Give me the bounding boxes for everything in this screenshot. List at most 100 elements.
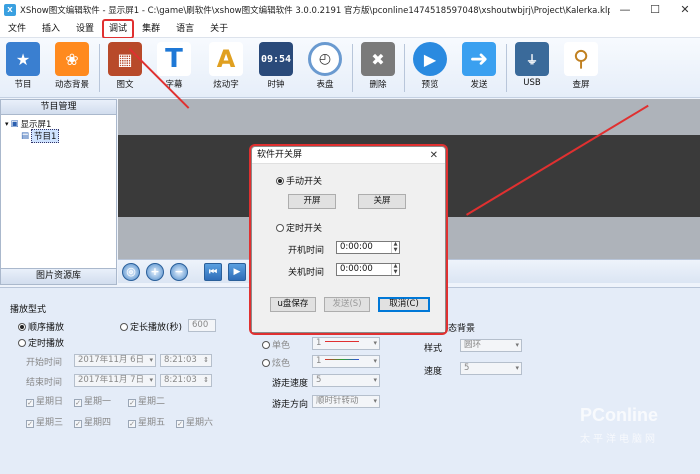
spin-arrows-icon[interactable]: ▲ ▼ xyxy=(391,263,399,275)
dynamic-background-label: 动态背景 xyxy=(54,80,89,90)
weekday-thursday[interactable]: ✓ 星期四 xyxy=(74,415,111,428)
power-on-time-input[interactable]: 0:00:00 ▲ ▼ xyxy=(336,241,400,254)
picture-icon: ▦ xyxy=(108,42,142,76)
weekday-monday[interactable]: ✓ 星期一 xyxy=(74,394,111,407)
power-off-time-value: 0:00:00 xyxy=(340,264,373,274)
minimize-button[interactable]: — xyxy=(610,0,640,20)
usb-button[interactable]: ⏚ USB xyxy=(509,40,555,96)
screen-switch-dialog: 软件开关屏 ✕ 手动开关 开屏 关屏 定时开关 开机时间 0:00:00 ▲ ▼ 关… xyxy=(251,146,446,333)
rate-select[interactable]: 5 ▾ xyxy=(460,362,522,375)
open-screen-button[interactable]: 开屏 xyxy=(288,194,336,209)
usb-icon: ⏚ xyxy=(515,42,549,76)
clock-button[interactable]: 09:54 时钟 xyxy=(253,40,299,96)
radio-indicator xyxy=(18,323,26,331)
walk-speed-select[interactable]: 5 ▾ xyxy=(312,374,380,387)
zoom-in-icon[interactable]: + xyxy=(146,263,164,281)
usb-save-button[interactable]: u盘保存 xyxy=(270,297,316,312)
menu-debug[interactable]: 调试 xyxy=(102,18,135,39)
power-on-time-label: 开机时间 xyxy=(288,246,325,256)
dropdown-arrow-icon: ▾ xyxy=(373,357,377,365)
image-text-button[interactable]: ▦ 图文 xyxy=(102,40,148,96)
end-date-input[interactable]: 2017年11月 7日 ▾ xyxy=(74,374,156,387)
checkbox-icon: ✓ xyxy=(26,420,34,428)
sequential-radio[interactable]: 顺序播放 xyxy=(18,320,64,333)
dynamic-background-button[interactable]: ❀ 动态背景 xyxy=(49,40,95,96)
timed-switch-radio[interactable]: 定时开关 xyxy=(276,221,322,234)
start-date-value: 2017年11月 6日 xyxy=(78,355,145,365)
weekday-saturday[interactable]: ✓ 星期六 xyxy=(176,415,213,428)
end-time-input[interactable]: 8:21:03 ⇕ xyxy=(160,374,212,387)
tree-item-program[interactable]: ▤ 节目1 xyxy=(5,129,112,143)
border-single-select[interactable]: 1 ▾ xyxy=(312,337,380,350)
program-button[interactable]: ★ 节目 xyxy=(0,40,46,96)
walk-direction-select[interactable]: 顺时针转动 ▾ xyxy=(312,395,380,408)
send-arrow-icon: ➜ xyxy=(462,42,496,76)
timed-play-label: 定时播放 xyxy=(28,339,65,349)
next-frame-icon[interactable]: ▶ xyxy=(228,263,246,281)
border-fancy-radio[interactable]: 炫色 xyxy=(262,356,290,369)
timed-play-radio[interactable]: 定时播放 xyxy=(18,336,64,349)
dropdown-arrow-icon: ▾ xyxy=(149,376,153,384)
fixed-length-input[interactable]: 600 xyxy=(188,319,216,332)
clock-label: 时钟 xyxy=(267,80,285,90)
dropdown-arrow-icon: ▾ xyxy=(373,376,377,384)
menu-settings[interactable]: 设置 xyxy=(68,21,102,37)
weekday-sunday[interactable]: ✓ 星期日 xyxy=(26,394,63,407)
collapse-icon[interactable]: ▾ xyxy=(5,120,9,128)
walk-speed-value: 5 xyxy=(316,375,322,385)
end-date-value: 2017年11月 7日 xyxy=(78,375,145,385)
dialog-body: 手动开关 开屏 关屏 定时开关 开机时间 0:00:00 ▲ ▼ 关机时间 0:00… xyxy=(252,164,445,332)
dial-button[interactable]: ◴ 表盘 xyxy=(302,40,348,96)
first-frame-icon[interactable]: ⏮ xyxy=(204,263,222,281)
spin-arrows-icon[interactable]: ▲ ▼ xyxy=(391,241,399,253)
delete-button[interactable]: ✖ 删除 xyxy=(355,40,401,96)
menu-language[interactable]: 语言 xyxy=(168,21,202,37)
dropdown-arrow-icon: ▾ xyxy=(515,341,519,349)
rate-value: 5 xyxy=(464,363,470,373)
border-fancy-select[interactable]: 1 ▾ xyxy=(312,355,380,368)
dialog-title: 软件开关屏 xyxy=(257,150,303,160)
star-icon: ★ xyxy=(6,42,40,76)
menu-file[interactable]: 文件 xyxy=(0,21,34,37)
border-fancy-value: 1 xyxy=(316,356,322,366)
maximize-button[interactable]: ☐ xyxy=(640,0,670,20)
cancel-button[interactable]: 取消(C) xyxy=(378,297,430,312)
menu-insert[interactable]: 插入 xyxy=(34,21,68,37)
weekday-friday[interactable]: ✓ 星期五 xyxy=(128,415,165,428)
weekday-wednesday[interactable]: ✓ 星期三 xyxy=(26,415,63,428)
preview-button[interactable]: ▶ 预览 xyxy=(407,40,453,96)
magic-text-button[interactable]: A 炫动字 xyxy=(203,40,249,96)
radio-indicator xyxy=(262,341,270,349)
zoom-fit-icon[interactable]: ◎ xyxy=(122,263,140,281)
toolbar-separator xyxy=(404,44,405,92)
close-screen-button[interactable]: 关屏 xyxy=(358,194,406,209)
weekday-tuesday[interactable]: ✓ 星期二 xyxy=(128,394,165,407)
send-button[interactable]: ➜ 发送 xyxy=(456,40,502,96)
manual-switch-radio[interactable]: 手动开关 xyxy=(276,174,322,187)
check-screen-button[interactable]: ⚲ 查屏 xyxy=(558,40,604,96)
checkbox-icon: ✓ xyxy=(26,399,34,407)
weekday-monday-label: 星期一 xyxy=(84,397,112,407)
window-title: XShow图文编辑软件 - 显示屏1 - C:\game\刷软件\xshow图文… xyxy=(20,6,610,16)
image-library-tab[interactable]: 图片资源库 xyxy=(1,268,116,284)
subtitle-button[interactable]: T 字幕 xyxy=(151,40,197,96)
close-window-button[interactable]: ✕ xyxy=(670,0,700,20)
trash-icon: ✖ xyxy=(361,42,395,76)
power-off-time-input[interactable]: 0:00:00 ▲ ▼ xyxy=(336,263,400,276)
menu-about[interactable]: 关于 xyxy=(202,21,236,37)
start-date-input[interactable]: 2017年11月 6日 ▾ xyxy=(74,354,156,367)
menu-cluster[interactable]: 集群 xyxy=(134,21,168,37)
style-select[interactable]: 圆环 ▾ xyxy=(460,339,522,352)
spin-arrows-icon: ⇕ xyxy=(203,356,209,364)
checkbox-icon: ✓ xyxy=(128,420,136,428)
start-time-value: 8:21:03 xyxy=(164,355,197,365)
start-time-label: 开始时间 xyxy=(26,358,63,368)
watermark-subtitle: 太平洋电脑网 xyxy=(580,434,658,445)
border-single-radio[interactable]: 单色 xyxy=(262,338,290,351)
close-icon[interactable]: ✕ xyxy=(430,147,438,164)
fixed-length-radio[interactable]: 定长播放(秒) xyxy=(120,320,182,333)
start-time-input[interactable]: 8:21:03 ⇕ xyxy=(160,354,212,367)
zoom-out-icon[interactable]: − xyxy=(170,263,188,281)
program-manager-header: 节目管理 xyxy=(1,100,116,115)
radio-indicator xyxy=(18,339,26,347)
